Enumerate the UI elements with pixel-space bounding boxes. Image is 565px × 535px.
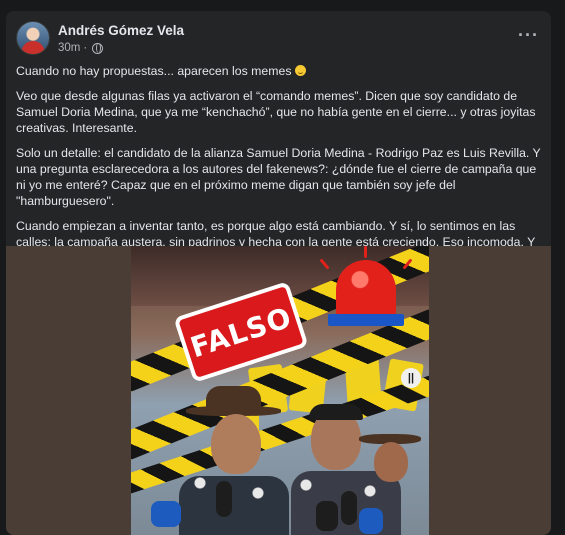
timestamp[interactable]: 30m	[58, 42, 80, 54]
microphone	[316, 501, 338, 531]
person-face	[211, 414, 261, 474]
author-name[interactable]: Andrés Gómez Vela	[58, 23, 184, 38]
post-image[interactable]: FALSO ||	[131, 246, 429, 535]
microphone	[359, 508, 383, 534]
post-media[interactable]: FALSO ||	[6, 246, 551, 535]
post-paragraph: Cuando no hay propuestas... aparecen los…	[16, 63, 543, 79]
smile-emoji-icon	[294, 65, 306, 76]
post-paragraph: Veo que desde algunas filas ya activaron…	[16, 89, 536, 135]
microphone	[341, 491, 357, 525]
post-header: Andrés Gómez Vela 30m · ···	[16, 21, 541, 61]
globe-icon	[92, 42, 104, 54]
microphone	[151, 501, 181, 527]
sound-wave-icon[interactable]: ||	[401, 368, 421, 388]
microphone	[216, 481, 232, 517]
post-paragraph: Solo un detalle: el candidato de la alia…	[16, 146, 541, 208]
post-card: Andrés Gómez Vela 30m · ··· Cuando no ha…	[6, 11, 551, 535]
siren-icon	[336, 260, 396, 316]
avatar[interactable]	[16, 21, 50, 55]
more-options-button[interactable]: ···	[518, 25, 539, 46]
post-text: Cuando no hay propuestas... aparecen los…	[16, 63, 543, 275]
post-meta: 30m ·	[58, 42, 104, 54]
